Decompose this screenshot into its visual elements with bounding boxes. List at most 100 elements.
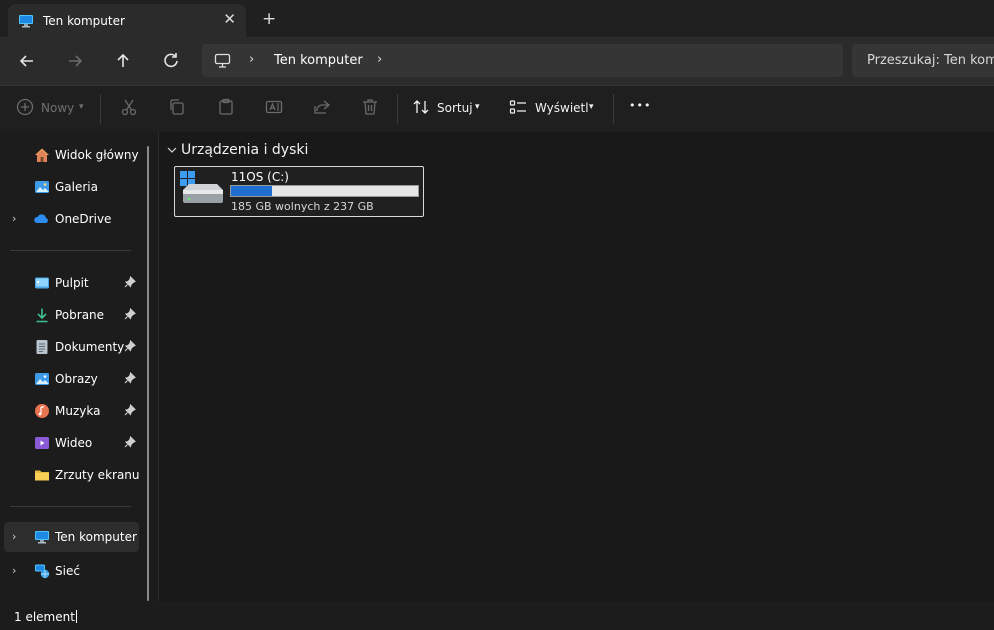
navigation-pane: Widok główny Galeria › OneDrive Pulpit P… (0, 132, 159, 602)
sidebar-scrollbar[interactable] (147, 146, 149, 601)
breadcrumb[interactable]: Ten komputer (274, 53, 363, 68)
sidebar-item-downloads[interactable]: Pobrane (0, 300, 150, 330)
sidebar-item-label: OneDrive (55, 212, 112, 226)
sort-button[interactable] (412, 98, 430, 120)
pin-icon[interactable] (124, 340, 136, 352)
pin-icon[interactable] (124, 276, 136, 288)
up-button[interactable] (111, 49, 135, 73)
share-icon (314, 100, 331, 114)
pin-icon[interactable] (124, 436, 136, 448)
home-icon (35, 148, 49, 162)
paste-button[interactable] (217, 98, 235, 120)
download-icon (36, 308, 48, 323)
pin-icon[interactable] (124, 372, 136, 384)
sidebar-item-label: Zrzuty ekranu (55, 468, 140, 482)
title-bar: Ten komputer ✕ + (0, 0, 994, 37)
computer-icon (214, 53, 231, 68)
computer-icon (35, 531, 49, 544)
delete-button[interactable] (361, 98, 379, 120)
search-box[interactable]: Przeszukaj: Ten komputer (852, 44, 994, 77)
chevron-right-icon[interactable]: › (249, 52, 254, 67)
search-input[interactable]: Przeszukaj: Ten komputer (867, 53, 994, 68)
cut-button[interactable] (120, 98, 138, 120)
plus-circle-icon (16, 98, 34, 116)
sidebar-item-music[interactable]: Muzyka (0, 396, 150, 426)
refresh-icon (164, 53, 178, 68)
close-tab-icon[interactable]: ✕ (223, 10, 236, 28)
hard-drive-icon (180, 171, 223, 203)
command-bar: Nowy ▾ Sortuj ▾ Wyświetl ▾ ••• (0, 86, 994, 133)
share-button[interactable] (313, 98, 331, 120)
address-bar[interactable]: › Ten komputer › (202, 44, 843, 77)
back-button[interactable] (15, 49, 39, 73)
arrow-left-icon (19, 55, 33, 67)
chevron-right-icon[interactable]: › (377, 52, 382, 67)
sidebar-divider (10, 506, 131, 507)
forward-button[interactable] (63, 49, 87, 73)
chevron-down-icon: ▾ (475, 102, 480, 112)
new-tab-button[interactable]: + (262, 9, 276, 29)
status-bar: 1 element (0, 602, 994, 630)
sidebar-item-home[interactable]: Widok główny (0, 140, 150, 170)
drive-usage-fill (231, 186, 273, 196)
rename-icon (265, 100, 283, 114)
sidebar-item-onedrive[interactable]: › OneDrive (0, 204, 150, 234)
chevron-right-icon[interactable]: › (12, 564, 16, 577)
status-divider (76, 610, 77, 623)
view-button-label: Wyświetl (535, 101, 589, 115)
network-icon (35, 564, 50, 579)
drive-tile[interactable]: 11OS (C:) 185 GB wolnych z 237 GB (174, 166, 424, 217)
toolbar-divider (613, 94, 614, 124)
sidebar-item-pictures[interactable]: Obrazy (0, 364, 150, 394)
arrow-up-icon (117, 53, 129, 67)
copy-button[interactable] (168, 98, 186, 120)
sidebar-item-documents[interactable]: Dokumenty (0, 332, 150, 362)
chevron-right-icon[interactable]: › (12, 212, 16, 225)
view-icon (509, 100, 526, 114)
sidebar-item-this-pc[interactable]: › Ten komputer (4, 522, 139, 552)
copy-icon (170, 99, 184, 115)
video-icon (35, 437, 49, 449)
sidebar-item-network[interactable]: › Sieć (0, 556, 150, 586)
sort-icon (413, 100, 429, 114)
onedrive-icon (34, 214, 48, 223)
chevron-down-icon[interactable] (166, 144, 178, 156)
pin-icon[interactable] (124, 308, 136, 320)
chevron-down-icon: ▾ (79, 102, 84, 112)
toolbar-divider (100, 94, 101, 124)
new-button[interactable] (16, 98, 34, 120)
window-tab[interactable]: Ten komputer ✕ (8, 4, 246, 37)
new-button-label: Nowy (41, 101, 75, 115)
sidebar-item-label: Ten komputer (55, 530, 137, 544)
drive-free-space: 185 GB wolnych z 237 GB (231, 200, 374, 213)
refresh-button[interactable] (159, 49, 183, 73)
desktop-icon (35, 277, 49, 289)
music-icon (35, 404, 49, 418)
sidebar-item-label: Widok główny (55, 148, 139, 162)
sidebar-divider (10, 250, 131, 251)
sidebar-item-label: Dokumenty (55, 340, 125, 354)
group-header[interactable]: Urządzenia i dyski (181, 142, 308, 158)
sidebar-item-screenshots[interactable]: Zrzuty ekranu (0, 460, 150, 490)
sort-button-label: Sortuj (437, 101, 473, 115)
delete-icon (363, 99, 377, 115)
sidebar-item-video[interactable]: Wideo (0, 428, 150, 458)
chevron-right-icon[interactable]: › (12, 530, 16, 543)
rename-button[interactable] (265, 98, 283, 120)
navigation-bar: › Ten komputer › Przeszukaj: Ten kompute… (0, 37, 994, 86)
folder-icon (35, 470, 49, 481)
sidebar-item-label: Pulpit (55, 276, 89, 290)
paste-icon (219, 98, 233, 115)
sidebar-item-desktop[interactable]: Pulpit (0, 268, 150, 298)
more-options-button[interactable]: ••• (629, 99, 651, 112)
sidebar-item-label: Obrazy (55, 372, 98, 386)
view-button[interactable] (509, 98, 527, 120)
sidebar-item-gallery[interactable]: Galeria (0, 172, 150, 202)
chevron-down-icon: ▾ (589, 102, 594, 112)
documents-icon (36, 340, 48, 354)
sidebar-item-label: Muzyka (55, 404, 101, 418)
pictures-icon (35, 373, 49, 385)
sidebar-item-label: Wideo (55, 436, 93, 450)
pin-icon[interactable] (124, 404, 136, 416)
sidebar-item-label: Sieć (55, 564, 80, 578)
